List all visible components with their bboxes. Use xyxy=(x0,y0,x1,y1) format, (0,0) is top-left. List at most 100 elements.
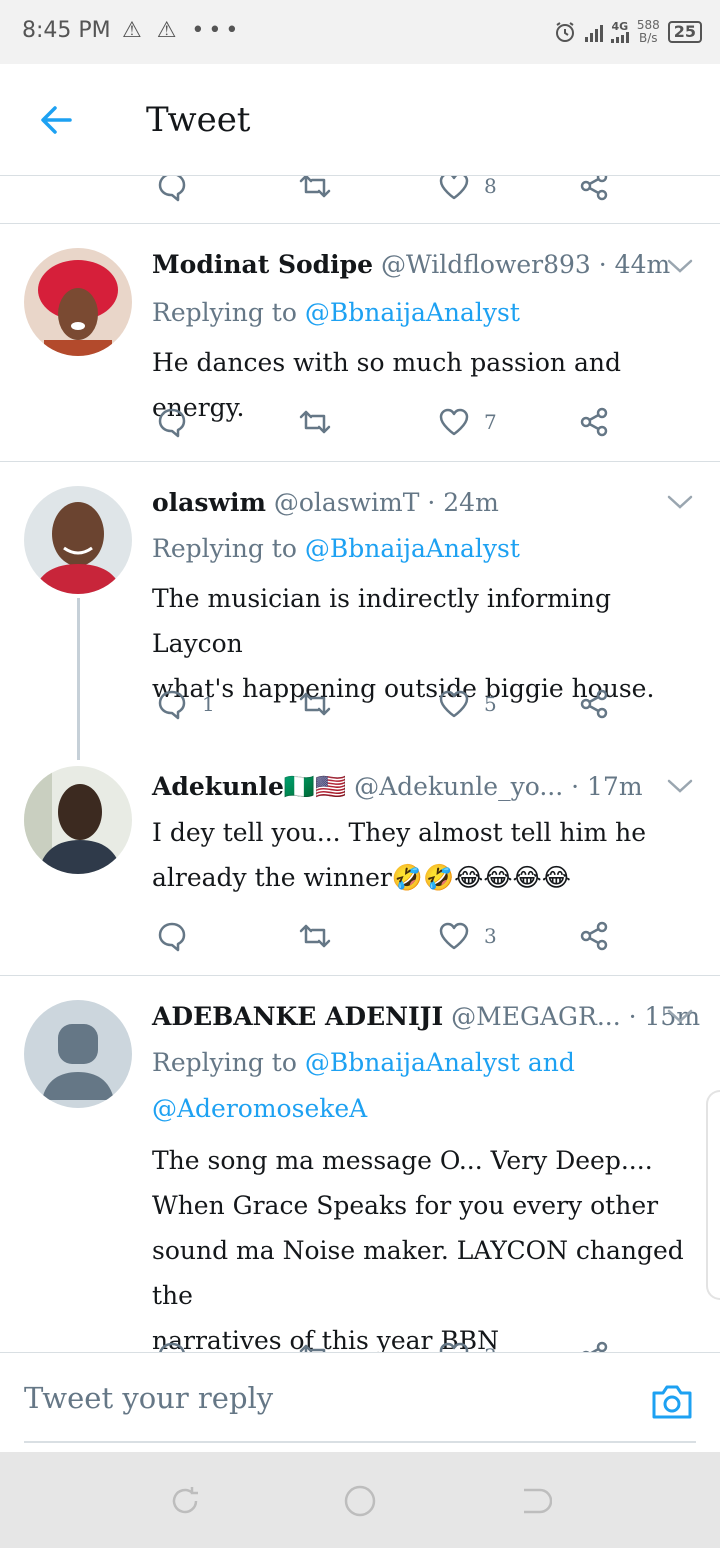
network-type: 4G xyxy=(610,21,629,43)
status-bar: 8:45 PM ⚠ ⚠ ••• 4G 588 B/s 25 xyxy=(0,0,720,64)
author-handle: @olaswimT · 24m xyxy=(273,488,499,517)
author-name[interactable]: ADEBANKE ADENIJI xyxy=(152,1002,443,1031)
tweet-actions: 3 xyxy=(152,1336,632,1352)
thread-line xyxy=(77,598,80,760)
retweet-icon xyxy=(299,924,331,948)
share-action[interactable] xyxy=(578,684,610,724)
retweet-action[interactable] xyxy=(298,684,332,724)
reply-icon xyxy=(158,408,186,438)
replying-to: Replying to @BbnaijaAnalyst and @Aderomo… xyxy=(152,1048,575,1123)
author-handle: @MEGAGR... · 15m xyxy=(451,1002,701,1031)
tweet-text: I dey tell you... They almost tell him h… xyxy=(152,818,647,892)
mention-link[interactable]: @BbnaijaAnalyst xyxy=(305,1048,520,1077)
scroll-indicator[interactable] xyxy=(706,1090,720,1300)
like-action[interactable]: 8 xyxy=(438,176,497,206)
avatar-default[interactable] xyxy=(24,1000,132,1108)
status-time: 8:45 PM xyxy=(22,18,111,43)
reply-action[interactable] xyxy=(156,176,188,206)
like-count: 3 xyxy=(484,924,497,948)
tweet-actions: 3 xyxy=(152,916,632,956)
mention-link[interactable]: @BbnaijaAnalyst xyxy=(305,534,520,563)
tweet-author-line: olaswim @olaswimT · 24m xyxy=(152,488,499,517)
share-icon xyxy=(580,176,608,201)
flag-emojis: 🇳🇬🇺🇸 xyxy=(283,772,347,801)
tweet-actions: 7 xyxy=(152,402,632,442)
tweet-author-line: Adekunle🇳🇬🇺🇸 @Adekunle_yo... · 17m xyxy=(152,772,643,802)
chevron-down-icon[interactable] xyxy=(666,492,694,512)
retweet-icon xyxy=(299,410,331,434)
reply-icon xyxy=(158,176,186,202)
back-icon[interactable] xyxy=(518,1484,552,1518)
tweet-text: The song ma message O... Very Deep.... W… xyxy=(152,1146,684,1352)
like-action[interactable]: 3 xyxy=(438,1336,497,1352)
reply-icon xyxy=(158,922,186,952)
app-header: Tweet xyxy=(0,64,720,176)
author-handle: @Wildflower893 · 44m xyxy=(381,250,671,279)
signal-icon xyxy=(584,22,603,42)
retweet-icon xyxy=(299,1344,326,1352)
like-count: 3 xyxy=(484,1344,497,1352)
share-action[interactable] xyxy=(578,916,610,956)
retweet-icon xyxy=(299,692,331,716)
author-name[interactable]: olaswim xyxy=(152,488,266,517)
heart-icon xyxy=(439,690,469,718)
reply-action[interactable] xyxy=(156,402,188,442)
like-action[interactable]: 7 xyxy=(438,402,497,442)
share-icon xyxy=(580,921,608,951)
retweet-action[interactable] xyxy=(298,176,332,206)
tweet-feed[interactable]: 8 Modinat Sodipe @Wildflower893 · 44m Re… xyxy=(0,176,720,1352)
like-action[interactable]: 3 xyxy=(438,916,497,956)
reply-count: 1 xyxy=(202,692,215,716)
notification-icons: ⚠ ⚠ ••• xyxy=(122,18,243,43)
network-speed: 588 B/s xyxy=(636,18,660,45)
mention-link[interactable]: @BbnaijaAnalyst xyxy=(305,298,520,327)
share-action[interactable] xyxy=(578,1336,610,1352)
author-handle: @Adekunle_yo... · 17m xyxy=(354,772,643,801)
share-icon xyxy=(580,407,608,437)
retweet-action[interactable] xyxy=(298,916,332,956)
reply-action[interactable] xyxy=(156,1336,188,1352)
avatar[interactable] xyxy=(24,766,132,874)
reply-input[interactable]: Tweet your reply xyxy=(24,1381,624,1425)
reply-underline xyxy=(24,1441,696,1443)
author-name[interactable]: Modinat Sodipe xyxy=(152,250,373,279)
tweet-actions-previous: 8 xyxy=(152,176,632,206)
avatar[interactable] xyxy=(24,486,132,594)
page-title: Tweet xyxy=(146,100,251,140)
home-icon[interactable] xyxy=(343,1484,377,1518)
heart-icon xyxy=(439,1342,469,1352)
divider xyxy=(0,975,720,976)
divider xyxy=(0,461,720,462)
divider xyxy=(0,223,720,224)
like-count: 8 xyxy=(484,176,497,198)
chevron-down-icon[interactable] xyxy=(666,1006,694,1026)
back-arrow-icon[interactable] xyxy=(36,100,76,140)
battery-indicator: 25 xyxy=(667,21,702,43)
mention-link[interactable]: @AderomosekeA xyxy=(152,1094,367,1123)
tweet-actions: 1 5 xyxy=(152,684,632,724)
author-name[interactable]: Adekunle xyxy=(152,772,284,801)
chevron-down-icon[interactable] xyxy=(666,256,694,276)
tweet-author-line: Modinat Sodipe @Wildflower893 · 44m xyxy=(152,250,670,279)
share-action[interactable] xyxy=(578,176,610,206)
replying-to: Replying to @BbnaijaAnalyst xyxy=(152,534,520,563)
share-action[interactable] xyxy=(578,402,610,442)
camera-icon[interactable] xyxy=(650,1383,694,1421)
share-icon xyxy=(582,1341,608,1352)
alarm-icon xyxy=(555,22,574,42)
reply-action[interactable] xyxy=(156,916,188,956)
tweet-emojis: 🤣🤣😂😂😂😂 xyxy=(391,863,571,892)
replying-to: Replying to @BbnaijaAnalyst xyxy=(152,298,520,327)
recent-apps-icon[interactable] xyxy=(168,1484,202,1518)
like-action[interactable]: 5 xyxy=(438,684,497,724)
retweet-icon xyxy=(299,176,331,198)
avatar[interactable] xyxy=(24,248,132,356)
share-icon xyxy=(580,689,608,719)
chevron-down-icon[interactable] xyxy=(666,776,694,796)
reply-composer: Tweet your reply xyxy=(0,1352,720,1452)
reply-action[interactable]: 1 xyxy=(156,684,215,724)
retweet-action[interactable] xyxy=(298,1336,332,1352)
retweet-action[interactable] xyxy=(298,402,332,442)
system-nav-bar xyxy=(0,1452,720,1548)
tweet-author-line: ADEBANKE ADENIJI @MEGAGR... · 15m xyxy=(152,1002,700,1031)
